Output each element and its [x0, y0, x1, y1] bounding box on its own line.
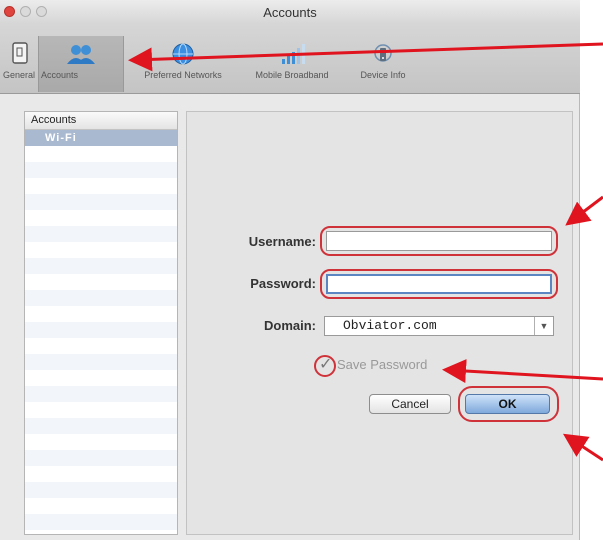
domain-label: Domain: [264, 318, 316, 333]
accounts-list-header: Accounts [25, 112, 177, 130]
phone-icon [3, 42, 35, 66]
signal-icon [276, 42, 308, 66]
list-item [25, 146, 177, 162]
list-item [25, 210, 177, 226]
list-item [25, 178, 177, 194]
list-item [25, 242, 177, 258]
username-field[interactable] [326, 231, 552, 251]
list-item [25, 322, 177, 338]
users-icon [65, 42, 97, 66]
list-item [25, 162, 177, 178]
list-item [25, 290, 177, 306]
domain-select[interactable]: Obviator.com ▼ [324, 316, 554, 336]
preferences-toolbar: General Accounts Preferred Networks Mobi… [0, 24, 580, 94]
tab-general[interactable]: General [0, 36, 38, 92]
password-label: Password: [250, 276, 316, 291]
tab-device-info[interactable]: Device Info [344, 36, 422, 92]
sidebar-item-wifi[interactable]: Wi-Fi [25, 130, 177, 146]
username-label: Username: [248, 234, 316, 249]
tab-mobile-broadband[interactable]: Mobile Broadband [240, 36, 344, 92]
save-password-label[interactable]: Save Password [337, 357, 427, 372]
list-item [25, 498, 177, 514]
list-item [25, 514, 177, 530]
tab-device-info-label: Device Info [360, 70, 406, 80]
list-item [25, 450, 177, 466]
domain-value: Obviator.com [343, 318, 437, 333]
list-item [25, 418, 177, 434]
list-item [25, 370, 177, 386]
window-title: Accounts [263, 5, 317, 20]
device-icon [367, 42, 399, 66]
tab-accounts[interactable]: Accounts [38, 36, 124, 92]
tab-preferred-networks-label: Preferred Networks [144, 70, 222, 80]
list-item [25, 194, 177, 210]
chevron-down-icon[interactable]: ▼ [534, 317, 553, 335]
list-item [25, 258, 177, 274]
tab-mobile-broadband-label: Mobile Broadband [255, 70, 329, 80]
ok-button[interactable]: OK [465, 394, 550, 414]
list-item [25, 354, 177, 370]
list-item [25, 274, 177, 290]
list-item [25, 338, 177, 354]
list-item [25, 226, 177, 242]
list-item [25, 306, 177, 322]
title-bar: Accounts [0, 0, 580, 24]
tab-accounts-label: Accounts [41, 70, 79, 80]
list-item [25, 466, 177, 482]
tab-general-label: General [2, 70, 36, 80]
password-field[interactable] [326, 274, 552, 294]
list-item [25, 402, 177, 418]
list-item [25, 386, 177, 402]
globe-icon [167, 42, 199, 66]
tab-preferred-networks[interactable]: Preferred Networks [128, 36, 238, 92]
list-item [25, 482, 177, 498]
list-item [25, 434, 177, 450]
checkmark-icon: ✓ [319, 356, 333, 373]
save-password-checkbox[interactable]: ✓ [314, 355, 336, 377]
accounts-list: Accounts Wi-Fi [24, 111, 178, 535]
cancel-button[interactable]: Cancel [369, 394, 451, 414]
